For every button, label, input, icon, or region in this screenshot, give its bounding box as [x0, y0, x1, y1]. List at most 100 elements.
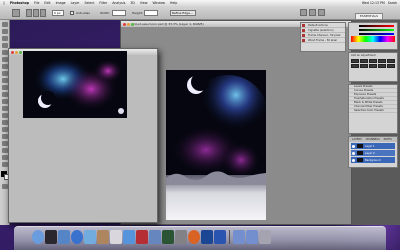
- adjustments-title: Add an adjustment: [351, 54, 376, 57]
- tab-layers[interactable]: LAYERS: [352, 138, 362, 141]
- menu-3d[interactable]: 3D: [130, 1, 134, 5]
- menu-filter[interactable]: Filter: [99, 1, 107, 5]
- eye-icon[interactable]: [352, 144, 355, 148]
- workspace-switcher[interactable]: ESSENTIALS: [355, 13, 383, 20]
- layer-row[interactable]: Background: [351, 157, 395, 163]
- color-panel: [348, 22, 398, 50]
- menu-layer[interactable]: Layer: [71, 1, 80, 5]
- zoom-icon[interactable]: [131, 22, 134, 26]
- eye-icon[interactable]: [352, 158, 355, 162]
- menu-edit[interactable]: Edit: [44, 1, 50, 5]
- color-balance-icon[interactable]: [360, 64, 368, 68]
- main-document-title: cloud-sea-moon.psd @ 33.3% (Layer 1, RGB…: [133, 22, 204, 26]
- menubar-clock[interactable]: Wed 12:13 PM: [362, 1, 385, 5]
- apple-icon[interactable]: : [3, 1, 5, 5]
- address-book-icon[interactable]: [97, 230, 109, 244]
- marquee-tool-icon[interactable]: [2, 29, 8, 34]
- photoshop-icon[interactable]: [201, 230, 213, 244]
- menu-help[interactable]: Help: [170, 1, 177, 5]
- height-label: Height:: [132, 11, 143, 15]
- curves-icon[interactable]: [369, 59, 377, 63]
- vibrance-icon[interactable]: [387, 59, 395, 63]
- dashboard-icon[interactable]: [45, 230, 57, 244]
- hue-saturation-icon[interactable]: [351, 64, 359, 68]
- menu-select[interactable]: Select: [84, 1, 94, 5]
- documents-icon[interactable]: [246, 230, 258, 244]
- black-white-icon[interactable]: [369, 64, 377, 68]
- lasso-tool-icon[interactable]: [2, 36, 8, 41]
- layer-name: Layer 1: [365, 144, 375, 148]
- menu-analysis[interactable]: Analysis: [112, 1, 125, 5]
- exposure-icon[interactable]: [378, 59, 386, 63]
- layer-row[interactable]: Layer 2: [351, 150, 395, 156]
- tool-preset-icon[interactable]: [12, 9, 20, 17]
- eye-icon[interactable]: [352, 151, 355, 155]
- close-icon[interactable]: [123, 22, 126, 26]
- new-selection-icon[interactable]: [26, 9, 32, 17]
- layer-thumbnail: [357, 144, 363, 148]
- tab-paths[interactable]: PATHS: [384, 138, 392, 141]
- menubar-user[interactable]: Sarah: [388, 1, 397, 5]
- time-machine-icon[interactable]: [162, 230, 174, 244]
- brightness-icon[interactable]: [351, 59, 359, 63]
- antialias-label: Anti-alias: [76, 11, 90, 15]
- actions-panel: Default Actions Vignette (selection) Fra…: [300, 22, 346, 52]
- cloud-sea-moon-artwork: [166, 70, 266, 220]
- action-row[interactable]: Wood Frame - 50 pixel: [301, 38, 345, 43]
- menu-view[interactable]: View: [140, 1, 148, 5]
- antialias-checkbox[interactable]: [70, 11, 74, 15]
- dock-separator: [229, 230, 230, 244]
- height-field[interactable]: [144, 10, 158, 16]
- adjustment-presets-list: Levels Presets Curves Presets Exposure P…: [348, 84, 398, 134]
- iphoto-icon[interactable]: [149, 230, 161, 244]
- source-canvas-image[interactable]: [23, 51, 127, 118]
- width-field[interactable]: [112, 10, 126, 16]
- itunes-icon[interactable]: [123, 230, 135, 244]
- screen-mode-icon[interactable]: [309, 9, 316, 16]
- layer-row[interactable]: Layer 1: [351, 143, 395, 149]
- adjustments-panel: Add an adjustment: [348, 52, 398, 82]
- safari-icon[interactable]: [71, 230, 83, 244]
- zoom-icon[interactable]: [19, 50, 22, 54]
- menu-window[interactable]: Window: [152, 1, 165, 5]
- photobooth-icon[interactable]: [136, 230, 148, 244]
- finder-icon[interactable]: [32, 230, 44, 244]
- close-icon[interactable]: [11, 50, 14, 54]
- minimize-icon[interactable]: [127, 22, 130, 26]
- color-sliders[interactable]: [349, 25, 397, 35]
- width-label: Width:: [100, 11, 110, 15]
- layer-name: Background: [365, 158, 381, 162]
- levels-icon[interactable]: [360, 59, 368, 63]
- move-tool-icon[interactable]: [2, 22, 8, 27]
- channel-mixer-icon[interactable]: [387, 64, 395, 68]
- menu-file[interactable]: File: [34, 1, 39, 5]
- layer-thumbnail: [357, 158, 363, 162]
- trash-icon[interactable]: [259, 230, 271, 244]
- arrange-icon[interactable]: [300, 9, 307, 16]
- add-selection-icon[interactable]: [33, 9, 39, 17]
- refine-edge-button[interactable]: Refine Edge...: [170, 10, 196, 16]
- dock: [14, 226, 386, 250]
- feather-field[interactable]: 0 px: [52, 10, 64, 16]
- color-spectrum[interactable]: [351, 36, 395, 42]
- menu-image[interactable]: Image: [56, 1, 66, 5]
- zoom-level-icon[interactable]: [318, 9, 325, 16]
- menu-app-name[interactable]: Photoshop: [10, 1, 29, 5]
- subtract-selection-icon[interactable]: [40, 9, 46, 17]
- minimize-icon[interactable]: [15, 50, 18, 54]
- photo-filter-icon[interactable]: [378, 64, 386, 68]
- mail-icon[interactable]: [58, 230, 70, 244]
- tab-channels[interactable]: CHANNELS: [366, 138, 380, 141]
- options-bar: 0 px Anti-alias Width: Height: Refine Ed…: [0, 6, 400, 20]
- word-icon[interactable]: [214, 230, 226, 244]
- calendar-icon[interactable]: [110, 230, 122, 244]
- main-canvas-image[interactable]: [166, 70, 266, 220]
- firefox-icon[interactable]: [188, 230, 200, 244]
- system-preferences-icon[interactable]: [175, 230, 187, 244]
- layer-thumbnail: [357, 151, 363, 155]
- preset-row[interactable]: Selective Color Presets: [349, 109, 397, 113]
- downloads-icon[interactable]: [233, 230, 245, 244]
- ichat-icon[interactable]: [84, 230, 96, 244]
- layer-name: Layer 2: [365, 151, 375, 155]
- space-nebula-artwork: [23, 51, 127, 118]
